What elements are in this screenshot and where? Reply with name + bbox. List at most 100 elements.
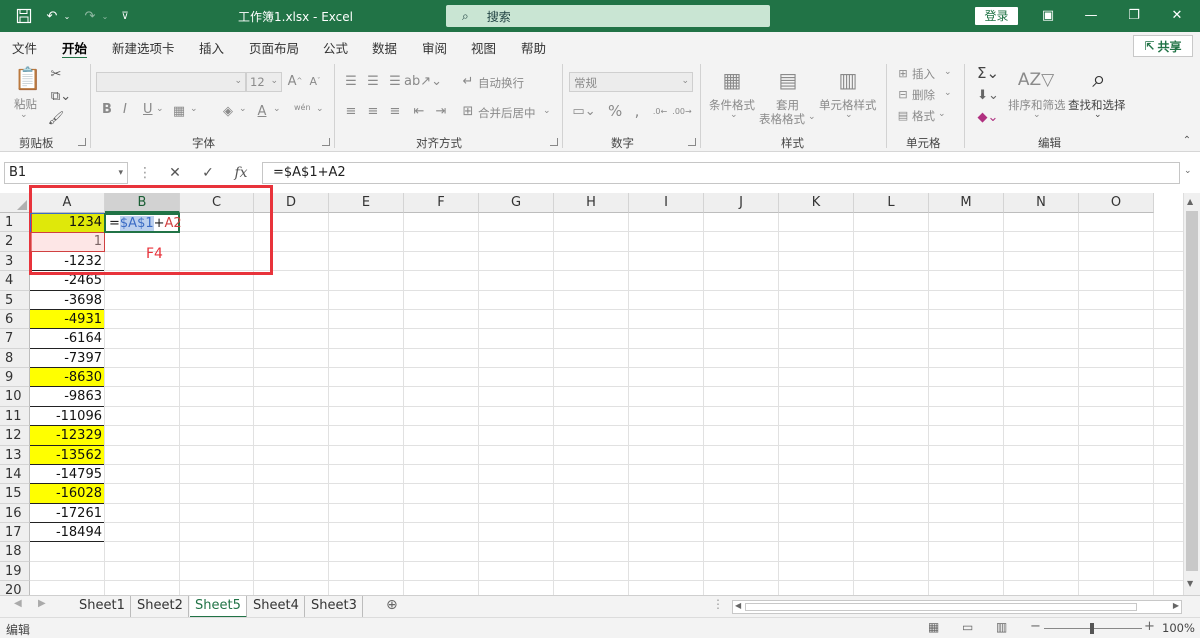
delete-dropdown-icon[interactable]: ⌄ bbox=[944, 88, 952, 98]
new-sheet-icon[interactable]: ⊕ bbox=[386, 597, 398, 613]
column-header-g[interactable]: G bbox=[479, 193, 554, 213]
clipboard-dialog-launcher-icon[interactable] bbox=[78, 138, 86, 146]
column-header-l[interactable]: L bbox=[854, 193, 929, 213]
format-as-table-icon[interactable]: ▤ bbox=[774, 66, 802, 94]
row-header-17[interactable]: 17 bbox=[0, 523, 30, 543]
scroll-down-icon[interactable]: ▼ bbox=[1187, 579, 1193, 588]
tab-page-layout[interactable]: 页面布局 bbox=[249, 38, 299, 57]
number-dialog-launcher-icon[interactable] bbox=[688, 138, 696, 146]
undo-dropdown-icon[interactable]: ⌄ bbox=[62, 7, 72, 25]
row-header-1[interactable]: 1 bbox=[0, 213, 30, 233]
restore-icon[interactable]: ❐ bbox=[1119, 6, 1149, 26]
accounting-format-icon[interactable]: ▭⌄ bbox=[570, 102, 598, 120]
percent-style-button[interactable]: % bbox=[608, 102, 622, 120]
fill-color-icon[interactable]: ◈ bbox=[218, 102, 238, 120]
align-middle-icon[interactable]: ☰ bbox=[364, 72, 382, 90]
enter-icon[interactable]: ✓ bbox=[196, 163, 220, 183]
cell-styles-dropdown-icon[interactable]: ⌄ bbox=[845, 110, 853, 120]
format-painter-icon[interactable]: 🖌 bbox=[48, 110, 65, 126]
increase-decimal-icon[interactable]: .0← bbox=[650, 102, 670, 120]
align-right-icon[interactable]: ≡ bbox=[386, 102, 404, 120]
row-header-8[interactable]: 8 bbox=[0, 348, 30, 369]
cell-a15[interactable]: -16028 bbox=[30, 484, 104, 504]
find-select-dropdown-icon[interactable]: ⌄ bbox=[1094, 110, 1102, 120]
cell-a11[interactable]: -11096 bbox=[30, 407, 104, 427]
font-name-select[interactable]: ⌄ bbox=[96, 72, 246, 92]
format-cells-button[interactable]: 格式 bbox=[912, 108, 935, 124]
cell-a14[interactable]: -14795 bbox=[30, 465, 104, 485]
insert-function-button[interactable]: fx bbox=[229, 163, 253, 183]
format-dropdown-icon[interactable]: ⌄ bbox=[938, 109, 946, 119]
sort-filter-icon[interactable]: AZ▽ bbox=[1018, 66, 1054, 94]
cell-a17[interactable]: -18494 bbox=[30, 523, 104, 543]
comma-style-icon[interactable]: , bbox=[628, 102, 646, 120]
increase-indent-icon[interactable]: ⇥ bbox=[432, 102, 450, 120]
insert-cells-button[interactable]: 插入 bbox=[912, 66, 935, 82]
italic-button[interactable]: I bbox=[123, 102, 127, 117]
row-header-4[interactable]: 4 bbox=[0, 271, 30, 291]
cell-a12[interactable]: -12329 bbox=[30, 426, 104, 446]
cell-styles-icon[interactable]: ▥ bbox=[834, 66, 862, 94]
font-dialog-launcher-icon[interactable] bbox=[322, 138, 330, 146]
share-button[interactable]: ⇱ 共享 bbox=[1133, 35, 1193, 57]
paste-dropdown-icon[interactable]: ⌄ bbox=[20, 110, 28, 120]
merge-dropdown-icon[interactable]: ⌄ bbox=[543, 106, 551, 116]
fill-icon[interactable]: ⬇⌄ bbox=[974, 86, 1002, 104]
row-header-2[interactable]: 2 bbox=[0, 232, 30, 252]
column-header-j[interactable]: J bbox=[704, 193, 779, 213]
merge-center-icon[interactable]: ⊞ bbox=[460, 102, 476, 120]
redo-dropdown-icon[interactable]: ⌄ bbox=[100, 7, 110, 25]
number-format-select[interactable]: 常规 ⌄ bbox=[569, 72, 693, 92]
row-header-12[interactable]: 12 bbox=[0, 426, 30, 446]
page-layout-view-icon[interactable]: ▭ bbox=[962, 620, 973, 634]
vertical-scrollbar[interactable]: ▲ ▼ bbox=[1183, 193, 1200, 595]
sheet-tab-sheet5[interactable]: Sheet5 bbox=[190, 596, 247, 618]
ribbon-display-options-icon[interactable]: ▣ bbox=[1033, 6, 1063, 26]
align-bottom-icon[interactable]: ☰ bbox=[386, 72, 404, 90]
scroll-left-icon[interactable]: ◀ bbox=[735, 601, 741, 610]
format-as-table-label-2[interactable]: 表格格式 bbox=[759, 111, 805, 127]
sheet-tab-sheet1[interactable]: Sheet1 bbox=[74, 596, 131, 618]
decrease-indent-icon[interactable]: ⇤ bbox=[410, 102, 428, 120]
delete-cells-button[interactable]: 删除 bbox=[912, 87, 935, 103]
sheet-tab-sheet2[interactable]: Sheet2 bbox=[132, 596, 189, 618]
row-header-20[interactable]: 20 bbox=[0, 581, 30, 595]
vertical-scroll-thumb[interactable] bbox=[1186, 211, 1198, 571]
undo-icon[interactable]: ↶ bbox=[42, 7, 62, 25]
collapse-ribbon-icon[interactable]: ⌃ bbox=[1180, 134, 1194, 146]
close-icon[interactable]: ✕ bbox=[1162, 6, 1192, 26]
row-header-9[interactable]: 9 bbox=[0, 368, 30, 388]
phonetic-guide-icon[interactable]: wén bbox=[294, 103, 311, 112]
row-header-11[interactable]: 11 bbox=[0, 406, 30, 427]
borders-icon[interactable]: ▦ bbox=[170, 102, 188, 120]
row-header-3[interactable]: 3 bbox=[0, 251, 30, 272]
cell-a16[interactable]: -17261 bbox=[30, 504, 104, 524]
redo-icon[interactable]: ↷ bbox=[80, 7, 100, 25]
format-as-table-dropdown-icon[interactable]: ⌄ bbox=[808, 112, 816, 122]
zoom-slider-thumb[interactable] bbox=[1090, 623, 1094, 634]
paste-icon[interactable]: 📋 bbox=[14, 66, 42, 92]
decrease-font-size-icon[interactable]: Aˇ bbox=[306, 72, 324, 90]
column-header-o[interactable]: O bbox=[1079, 193, 1154, 213]
tab-data[interactable]: 数据 bbox=[372, 38, 397, 57]
scroll-right-icon[interactable]: ▶ bbox=[1173, 601, 1179, 610]
decrease-decimal-icon[interactable]: .00→ bbox=[672, 102, 692, 120]
orientation-icon[interactable]: ab↗⌄ bbox=[404, 72, 442, 90]
cell-a5[interactable]: -3698 bbox=[30, 291, 104, 310]
conditional-formatting-icon[interactable]: ▦ bbox=[718, 66, 746, 94]
underline-button[interactable]: U bbox=[143, 102, 153, 117]
horizontal-scrollbar[interactable]: ◀ ▶ bbox=[732, 600, 1182, 614]
wrap-text-icon[interactable]: ↵ bbox=[460, 72, 476, 90]
column-header-m[interactable]: M bbox=[929, 193, 1004, 213]
delete-cells-icon[interactable]: ⊟ bbox=[896, 87, 910, 101]
tab-insert[interactable]: 插入 bbox=[199, 38, 224, 57]
sheet-tab-sheet4[interactable]: Sheet4 bbox=[248, 596, 305, 618]
column-header-f[interactable]: F bbox=[404, 193, 479, 213]
fill-color-dropdown-icon[interactable]: ⌄ bbox=[239, 104, 247, 114]
align-center-icon[interactable]: ≡ bbox=[364, 102, 382, 120]
row-header-5[interactable]: 5 bbox=[0, 290, 30, 310]
alignment-dialog-launcher-icon[interactable] bbox=[550, 138, 558, 146]
cell-a10[interactable]: -9863 bbox=[30, 387, 104, 407]
row-header-16[interactable]: 16 bbox=[0, 503, 30, 524]
font-color-icon[interactable]: A bbox=[253, 102, 271, 120]
